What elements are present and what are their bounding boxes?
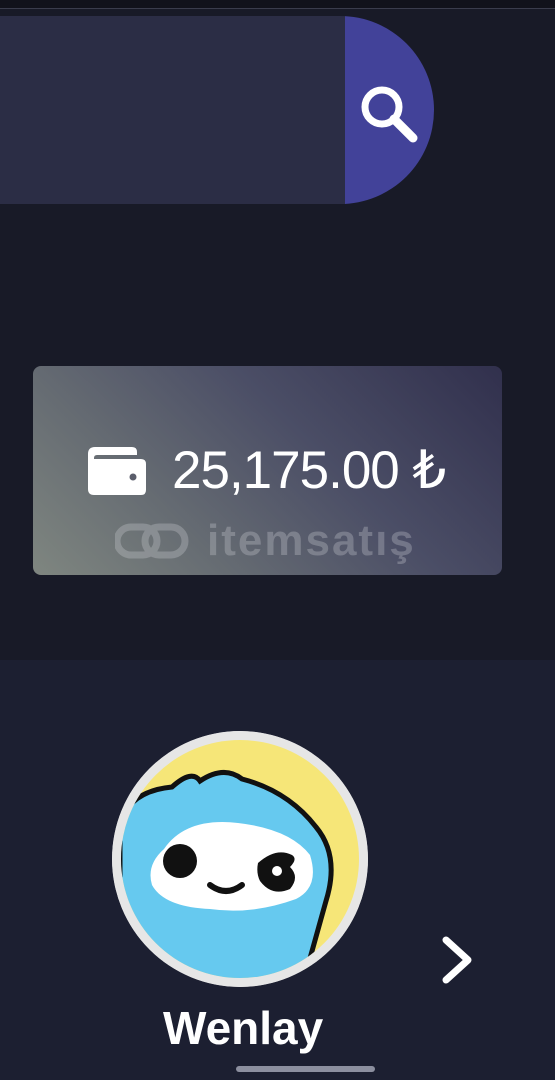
search-button[interactable] <box>345 16 434 204</box>
status-separator <box>0 0 555 9</box>
wallet-icon <box>88 446 146 495</box>
search-icon <box>361 86 418 143</box>
profile-section: Wenlay <box>0 660 555 1080</box>
wallet-balance-card[interactable]: 25,175.00 ₺ itemsatış <box>33 366 502 575</box>
home-indicator <box>236 1066 375 1072</box>
search-input[interactable] <box>0 16 345 204</box>
wallet-balance-amount: 25,175.00 ₺ <box>172 441 446 500</box>
chevron-right-icon[interactable] <box>436 932 480 988</box>
avatar[interactable] <box>112 731 368 987</box>
avatar-icon <box>112 731 368 987</box>
app-screen: 25,175.00 ₺ itemsatış Wenlay <box>0 0 555 1080</box>
watermark-logo-icon <box>115 523 189 559</box>
search-bar <box>0 16 434 204</box>
wallet-balance-row: 25,175.00 ₺ <box>88 441 446 500</box>
profile-username: Wenlay <box>163 1002 324 1054</box>
watermark-text: itemsatış <box>207 516 416 565</box>
itemsatis-watermark: itemsatış <box>115 516 435 565</box>
